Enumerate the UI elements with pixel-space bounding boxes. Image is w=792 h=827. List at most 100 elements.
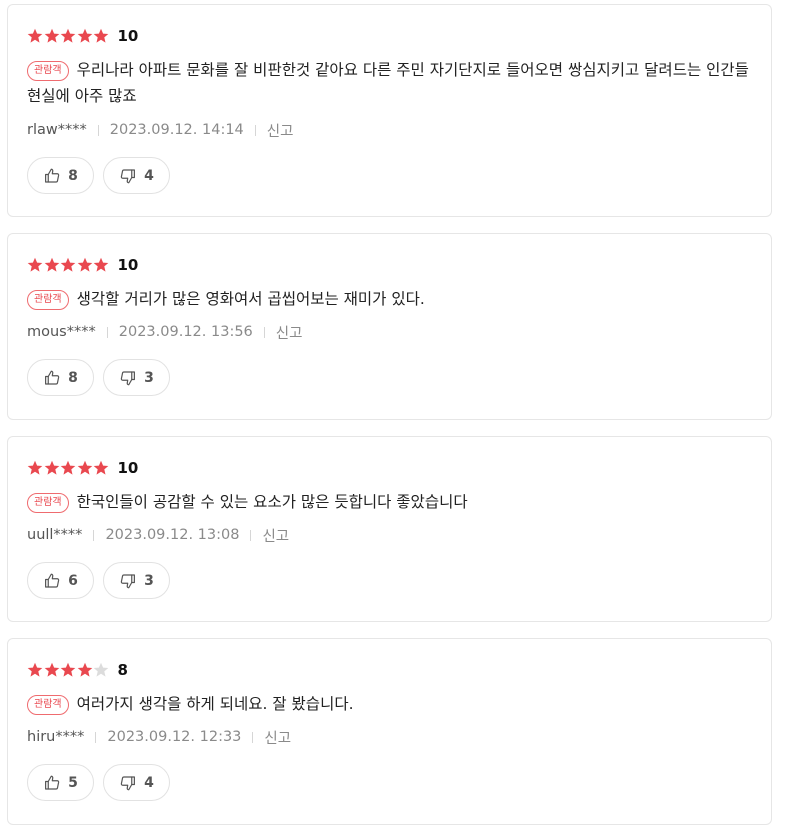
star-filled-icon [27, 28, 43, 43]
star-filled-icon [60, 460, 76, 475]
review-meta: hiru**** 2023.09.12. 12:33 신고 [27, 727, 291, 747]
dislike-count: 4 [144, 167, 154, 184]
report-link[interactable]: 신고 [276, 322, 303, 343]
meta-divider [106, 326, 108, 338]
rating-score: 10 [117, 256, 139, 274]
review-card: 10 관람객 우리나라 아파트 문화를 잘 비판한것 같아요 다른 주민 자기단지… [7, 4, 772, 217]
audience-badge: 관람객 [27, 290, 69, 310]
audience-badge: 관람객 [27, 493, 69, 513]
rating-score: 10 [117, 27, 139, 45]
star-filled-icon [44, 257, 59, 272]
thumbs-up-icon [43, 167, 61, 185]
review-text: 여러가지 생각을 하게 되네요. 잘 봤습니다. [76, 695, 354, 713]
star-filled-icon [27, 662, 43, 677]
meta-divider [263, 326, 265, 338]
rating-row: 8 [27, 659, 128, 681]
star-rating [27, 662, 110, 678]
review-card: 8 관람객 여러가지 생각을 하게 되네요. 잘 봤습니다. hiru**** 2… [7, 638, 772, 825]
review-content: 관람객 여러가지 생각을 하게 되네요. 잘 봤습니다. [27, 691, 752, 717]
meta-divider [252, 731, 254, 743]
review-datetime: 2023.09.12. 13:56 [118, 324, 253, 340]
thumbs-down-icon [119, 572, 137, 590]
dislike-count: 3 [144, 369, 154, 386]
star-rating [27, 257, 110, 273]
review-text: 생각할 거리가 많은 영화여서 곱씹어보는 재미가 있다. [76, 290, 425, 308]
review-content: 관람객 우리나라 아파트 문화를 잘 비판한것 같아요 다른 주민 자기단지로 들… [27, 57, 752, 109]
review-content: 관람객 한국인들이 공감할 수 있는 요소가 많은 듯합니다 좋았습니다 [27, 489, 752, 515]
meta-divider [95, 731, 97, 743]
author-id: hiru**** [27, 729, 85, 745]
meta-divider [93, 529, 95, 541]
star-filled-icon [44, 662, 59, 677]
author-id: rlaw**** [27, 122, 87, 138]
author-id: uull**** [27, 527, 83, 543]
rating-row: 10 [27, 254, 138, 276]
dislike-button[interactable]: 3 [103, 359, 170, 396]
star-filled-icon [60, 28, 76, 43]
review-datetime: 2023.09.12. 12:33 [107, 729, 242, 745]
star-filled-icon [44, 460, 59, 475]
like-button[interactable]: 6 [27, 562, 94, 599]
audience-badge: 관람객 [27, 61, 69, 81]
thumbs-down-icon [119, 774, 137, 792]
dislike-button[interactable]: 4 [103, 157, 170, 194]
like-count: 8 [68, 369, 78, 386]
author-id: mous**** [27, 324, 96, 340]
thumbs-down-icon [119, 167, 137, 185]
review-text: 한국인들이 공감할 수 있는 요소가 많은 듯합니다 좋았습니다 [76, 493, 468, 511]
vote-row: 5 4 [27, 764, 179, 801]
star-filled-icon [93, 460, 109, 475]
star-empty-icon [93, 662, 109, 677]
meta-divider [254, 124, 256, 136]
report-link[interactable]: 신고 [264, 727, 291, 748]
star-rating [27, 28, 110, 44]
star-filled-icon [93, 257, 109, 272]
thumbs-up-icon [43, 774, 61, 792]
review-meta: uull**** 2023.09.12. 13:08 신고 [27, 525, 289, 545]
meta-divider [97, 124, 99, 136]
star-filled-icon [60, 662, 76, 677]
rating-row: 10 [27, 25, 138, 47]
star-filled-icon [77, 460, 92, 475]
like-count: 6 [68, 572, 78, 589]
review-text: 우리나라 아파트 문화를 잘 비판한것 같아요 다른 주민 자기단지로 들어오면… [27, 61, 749, 105]
star-filled-icon [77, 257, 92, 272]
audience-badge: 관람객 [27, 695, 69, 715]
dislike-button[interactable]: 3 [103, 562, 170, 599]
vote-row: 6 3 [27, 562, 179, 599]
like-button[interactable]: 5 [27, 764, 94, 801]
like-count: 5 [68, 774, 78, 791]
meta-divider [250, 529, 252, 541]
thumbs-down-icon [119, 369, 137, 387]
thumbs-up-icon [43, 369, 61, 387]
star-filled-icon [44, 28, 59, 43]
vote-row: 8 3 [27, 359, 179, 396]
review-card: 10 관람객 한국인들이 공감할 수 있는 요소가 많은 듯합니다 좋았습니다 u… [7, 436, 772, 622]
review-content: 관람객 생각할 거리가 많은 영화여서 곱씹어보는 재미가 있다. [27, 286, 752, 312]
like-button[interactable]: 8 [27, 157, 94, 194]
star-filled-icon [77, 662, 92, 677]
thumbs-up-icon [43, 572, 61, 590]
like-button[interactable]: 8 [27, 359, 94, 396]
review-datetime: 2023.09.12. 14:14 [109, 122, 244, 138]
review-meta: rlaw**** 2023.09.12. 14:14 신고 [27, 120, 293, 140]
report-link[interactable]: 신고 [262, 525, 289, 546]
dislike-button[interactable]: 4 [103, 764, 170, 801]
star-rating [27, 460, 110, 476]
star-filled-icon [27, 257, 43, 272]
star-filled-icon [93, 28, 109, 43]
rating-row: 10 [27, 457, 138, 479]
dislike-count: 4 [144, 774, 154, 791]
star-filled-icon [27, 460, 43, 475]
rating-score: 8 [117, 661, 128, 679]
vote-row: 8 4 [27, 157, 179, 194]
report-link[interactable]: 신고 [267, 120, 294, 141]
star-filled-icon [77, 28, 92, 43]
review-datetime: 2023.09.12. 13:08 [105, 527, 240, 543]
rating-score: 10 [117, 459, 139, 477]
review-meta: mous**** 2023.09.12. 13:56 신고 [27, 322, 302, 342]
dislike-count: 3 [144, 572, 154, 589]
like-count: 8 [68, 167, 78, 184]
star-filled-icon [60, 257, 76, 272]
review-card: 10 관람객 생각할 거리가 많은 영화여서 곱씹어보는 재미가 있다. mous… [7, 233, 772, 420]
